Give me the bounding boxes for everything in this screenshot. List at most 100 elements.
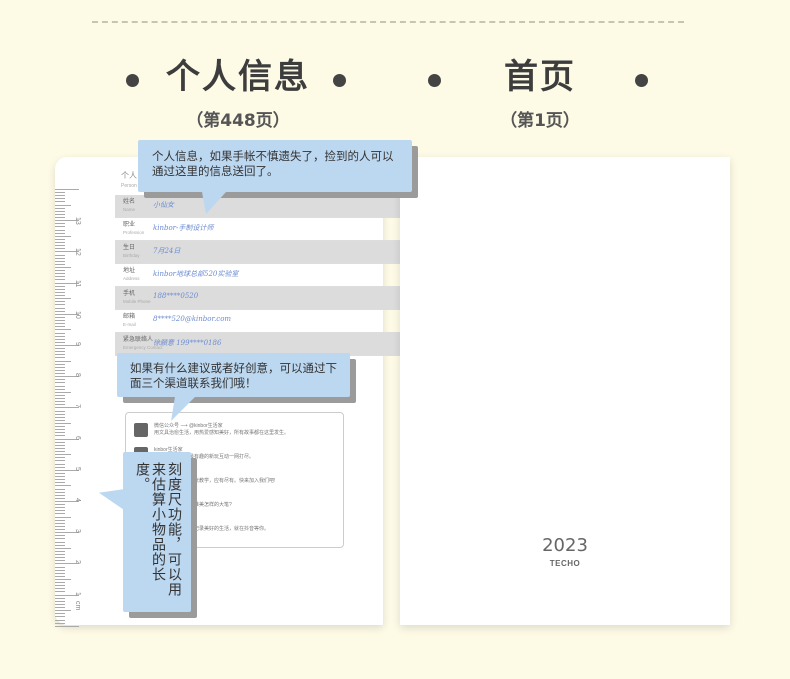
heading-left: 个人信息 （第448页） <box>158 52 318 131</box>
ruler-tick <box>55 351 65 353</box>
ruler-tick <box>55 310 65 312</box>
contact-channel: 微信公众号 ⟶ @kinbor生活家 用文具治愈生活，用热爱感知美好，所有故事都在… <box>134 423 289 437</box>
form-row: 姓名 Name 小仙女 <box>115 195 411 218</box>
ruler-tick <box>55 357 65 359</box>
ruler-tick <box>55 260 65 262</box>
ruler-tick <box>55 335 65 337</box>
ruler-tick <box>55 597 65 599</box>
ruler-tick <box>55 535 65 537</box>
ruler-tick <box>55 254 65 256</box>
ruler-tick <box>55 323 65 325</box>
ruler-tick <box>55 488 65 490</box>
ruler-tick <box>55 569 65 571</box>
ruler-tick <box>55 616 65 618</box>
ruler-tick <box>55 198 65 200</box>
form-title: 个人 Person <box>121 171 137 189</box>
ruler-tick <box>55 307 65 309</box>
form-label: 生日 Birthday <box>123 245 140 258</box>
ruler-tick <box>55 213 65 215</box>
ruler-tick <box>55 494 65 496</box>
ruler-tick <box>55 476 65 478</box>
ruler-tick <box>55 338 65 340</box>
ruler-tick <box>55 373 65 375</box>
ruler-tick <box>55 288 65 290</box>
ruler-tick <box>55 385 65 387</box>
ruler-tick <box>55 451 65 453</box>
ruler-tick <box>55 529 65 531</box>
ruler-number: 9 <box>74 342 81 346</box>
channel-name: 微信公众号 ⟶ @kinbor生活家 <box>154 423 223 429</box>
form-value: kinbor-手制设计师 <box>153 224 214 232</box>
ruler-tick <box>55 379 65 381</box>
ruler-callout: 刻度尺功能，可以用来估算小物品的长度。 <box>123 452 191 612</box>
channel-icon <box>134 423 148 437</box>
ruler-tick <box>55 588 65 590</box>
form-row: 地址 Address kinbor地球总部520实验室 <box>115 264 411 287</box>
ruler-tick <box>55 388 65 390</box>
form-label: 地址 Address <box>123 268 140 281</box>
ruler-tick <box>55 210 65 212</box>
form-value: kinbor地球总部520实验室 <box>153 270 239 278</box>
ruler-tick <box>55 497 65 499</box>
ruler-tick <box>55 279 65 281</box>
ruler-tick <box>55 457 65 459</box>
ruler-tick <box>55 369 65 371</box>
form-row: 邮箱 E-mail 8****520@kinbor.com <box>115 310 411 333</box>
ruler-tick <box>55 479 65 481</box>
ruler-tick <box>55 270 65 272</box>
ruler-tick <box>55 223 65 225</box>
ruler-tick <box>55 435 65 437</box>
bullet-dot <box>428 74 441 87</box>
ruler-tick <box>55 625 79 627</box>
ruler-tick <box>55 444 65 446</box>
ruler-number: 3 <box>74 529 81 534</box>
ruler-tick <box>55 291 65 293</box>
ruler-number: 8 <box>74 373 81 378</box>
form-label: 手机 Mobile Phone <box>123 291 151 304</box>
ruler-tick <box>55 510 65 512</box>
ruler-tick <box>55 426 65 428</box>
form-label: 职业 Profession <box>123 222 145 235</box>
ruler-tick <box>55 591 65 593</box>
dashed-divider <box>92 21 684 23</box>
ruler-tick <box>55 572 65 574</box>
ruler-tick <box>55 610 71 612</box>
ruler-tick <box>55 301 65 303</box>
ruler-tick <box>55 329 71 331</box>
ruler-number: 11 <box>74 279 81 287</box>
ruler-tick <box>55 366 65 368</box>
heading-page-number: （第448页） <box>186 111 290 131</box>
ruler-tick <box>55 622 65 624</box>
form-row: 职业 Profession kinbor-手制设计师 <box>115 218 411 241</box>
form-label: 邮箱 E-mail <box>123 314 136 327</box>
ruler-tick <box>55 544 65 546</box>
ruler-number: 2 <box>74 560 81 565</box>
ruler-tick <box>55 600 65 602</box>
ruler-tick <box>55 454 71 456</box>
ruler-tick <box>55 235 71 237</box>
ruler-tick <box>55 607 65 609</box>
cover-brand: TECHO <box>549 559 581 568</box>
ruler-tick <box>55 491 65 493</box>
form-value: 徐願意 199****0186 <box>153 339 222 347</box>
ruler-tick <box>55 295 65 297</box>
ruler-tick <box>55 304 65 306</box>
ruler-tick <box>55 557 65 559</box>
ruler-tick <box>55 541 65 543</box>
ruler-number: 6 <box>74 435 81 440</box>
ruler-tick <box>55 363 65 365</box>
ruler-number: 13 <box>74 217 81 225</box>
ruler-unit: cm <box>74 601 81 611</box>
ruler-tick <box>55 226 65 228</box>
ruler-tick <box>55 575 65 577</box>
form-value: 小仙女 <box>153 201 174 209</box>
ruler-tick <box>55 248 65 250</box>
ruler-tick <box>55 195 65 197</box>
ruler-number: 5 <box>74 466 81 471</box>
info-callout: 个人信息，如果手帐不慎遗失了，捡到的人可以通过这里的信息送回了。 <box>138 140 412 192</box>
ruler-tick <box>55 354 65 356</box>
ruler-tick <box>55 525 65 527</box>
bullet-dot <box>635 74 648 87</box>
ruler-tick <box>55 229 65 231</box>
ruler-tick <box>55 460 65 462</box>
